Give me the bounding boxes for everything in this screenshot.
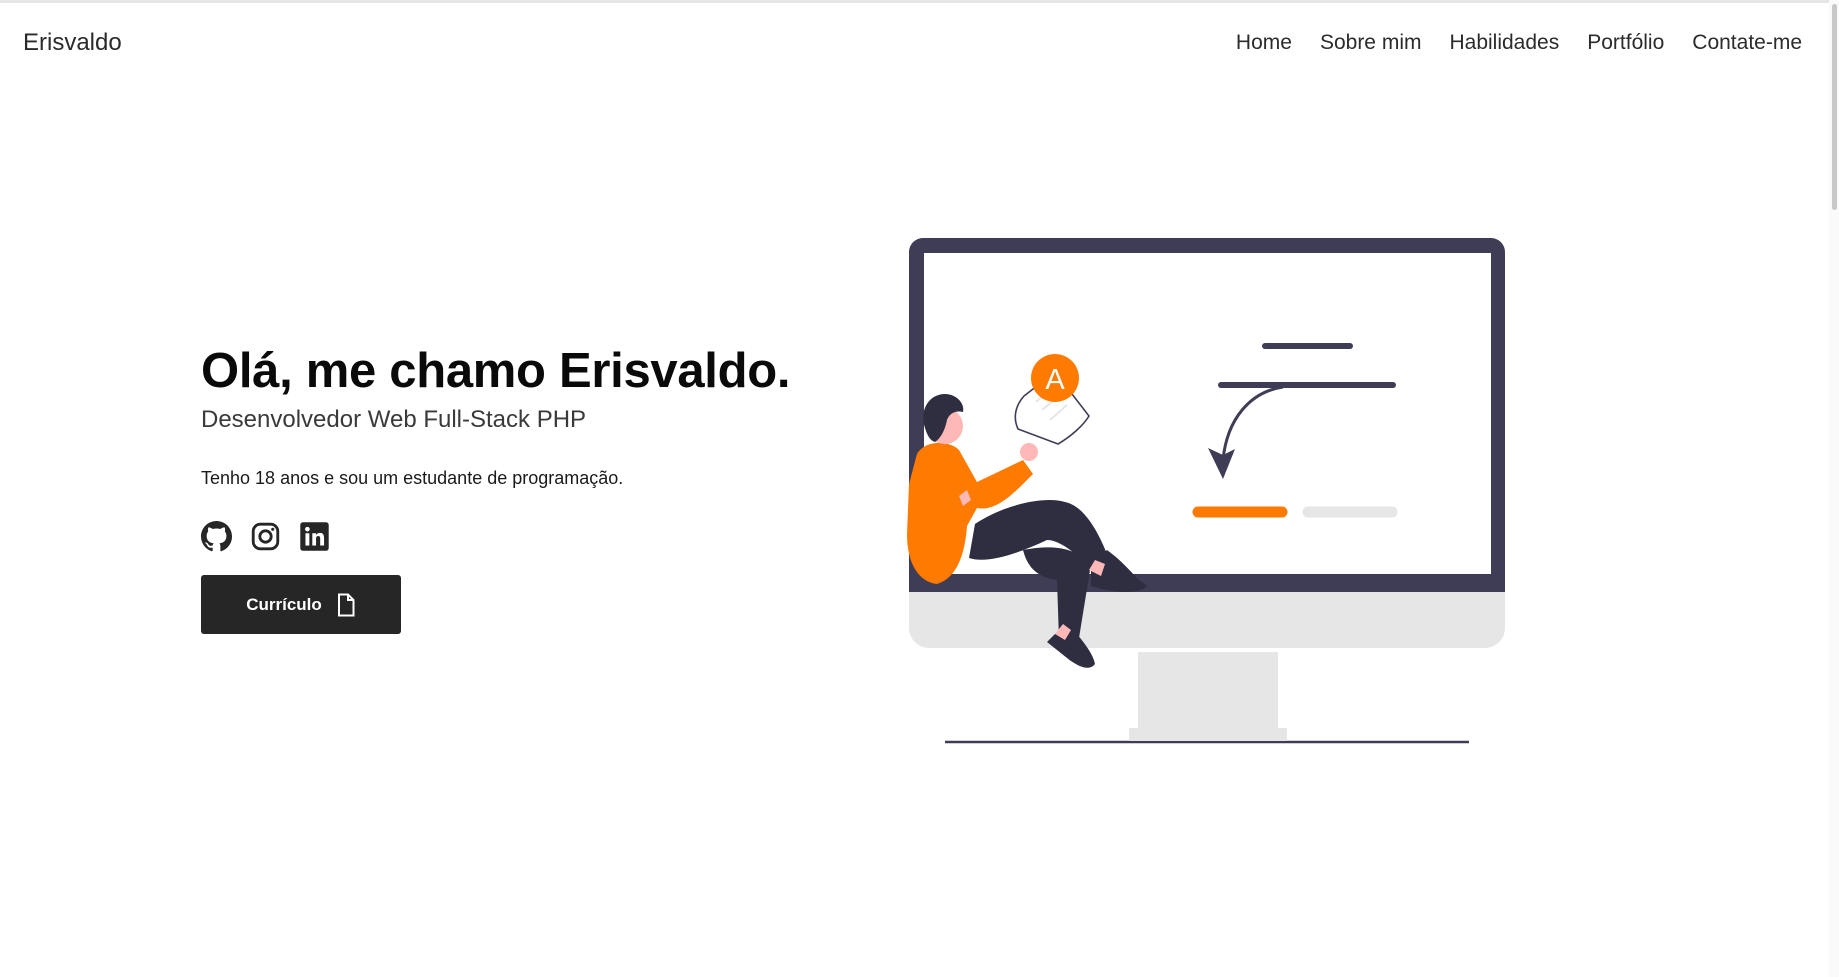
nav-contate-me[interactable]: Contate-me bbox=[1692, 31, 1802, 55]
monitor-stand bbox=[1138, 652, 1278, 730]
scrollbar-thumb[interactable] bbox=[1832, 4, 1837, 210]
hero-illustration: A bbox=[907, 238, 1505, 744]
vertical-scrollbar[interactable] bbox=[1829, 0, 1839, 977]
instagram-icon[interactable] bbox=[250, 521, 281, 552]
nav-habilidades[interactable]: Habilidades bbox=[1449, 31, 1559, 55]
document-icon bbox=[337, 593, 355, 616]
hero-title: Olá, me chamo Erisvaldo. bbox=[201, 344, 791, 398]
curriculo-button-label: Currículo bbox=[246, 594, 322, 614]
nav-sobre-mim[interactable]: Sobre mim bbox=[1320, 31, 1422, 55]
navbar: Erisvaldo Home Sobre mim Habilidades Por… bbox=[0, 3, 1829, 81]
nav-portfolio[interactable]: Portfólio bbox=[1587, 31, 1664, 55]
curriculo-button[interactable]: Currículo bbox=[201, 575, 401, 634]
linkedin-icon[interactable] bbox=[299, 521, 330, 552]
monitor-chin bbox=[909, 590, 1505, 648]
letter-badge-text: A bbox=[1045, 364, 1065, 396]
nav-links: Home Sobre mim Habilidades Portfólio Con… bbox=[1208, 31, 1802, 55]
nav-home[interactable]: Home bbox=[1236, 31, 1292, 55]
hero-description: Tenho 18 anos e sou um estudante de prog… bbox=[201, 468, 624, 488]
monitor-stand-foot bbox=[1129, 728, 1287, 741]
brand-logo[interactable]: Erisvaldo bbox=[23, 29, 122, 57]
github-icon[interactable] bbox=[201, 520, 232, 552]
social-links bbox=[201, 520, 841, 552]
hero-subtitle: Desenvolvedor Web Full-Stack PHP bbox=[201, 406, 587, 433]
hero-section: Olá, me chamo Erisvaldo. Desenvolvedor W… bbox=[201, 340, 841, 634]
